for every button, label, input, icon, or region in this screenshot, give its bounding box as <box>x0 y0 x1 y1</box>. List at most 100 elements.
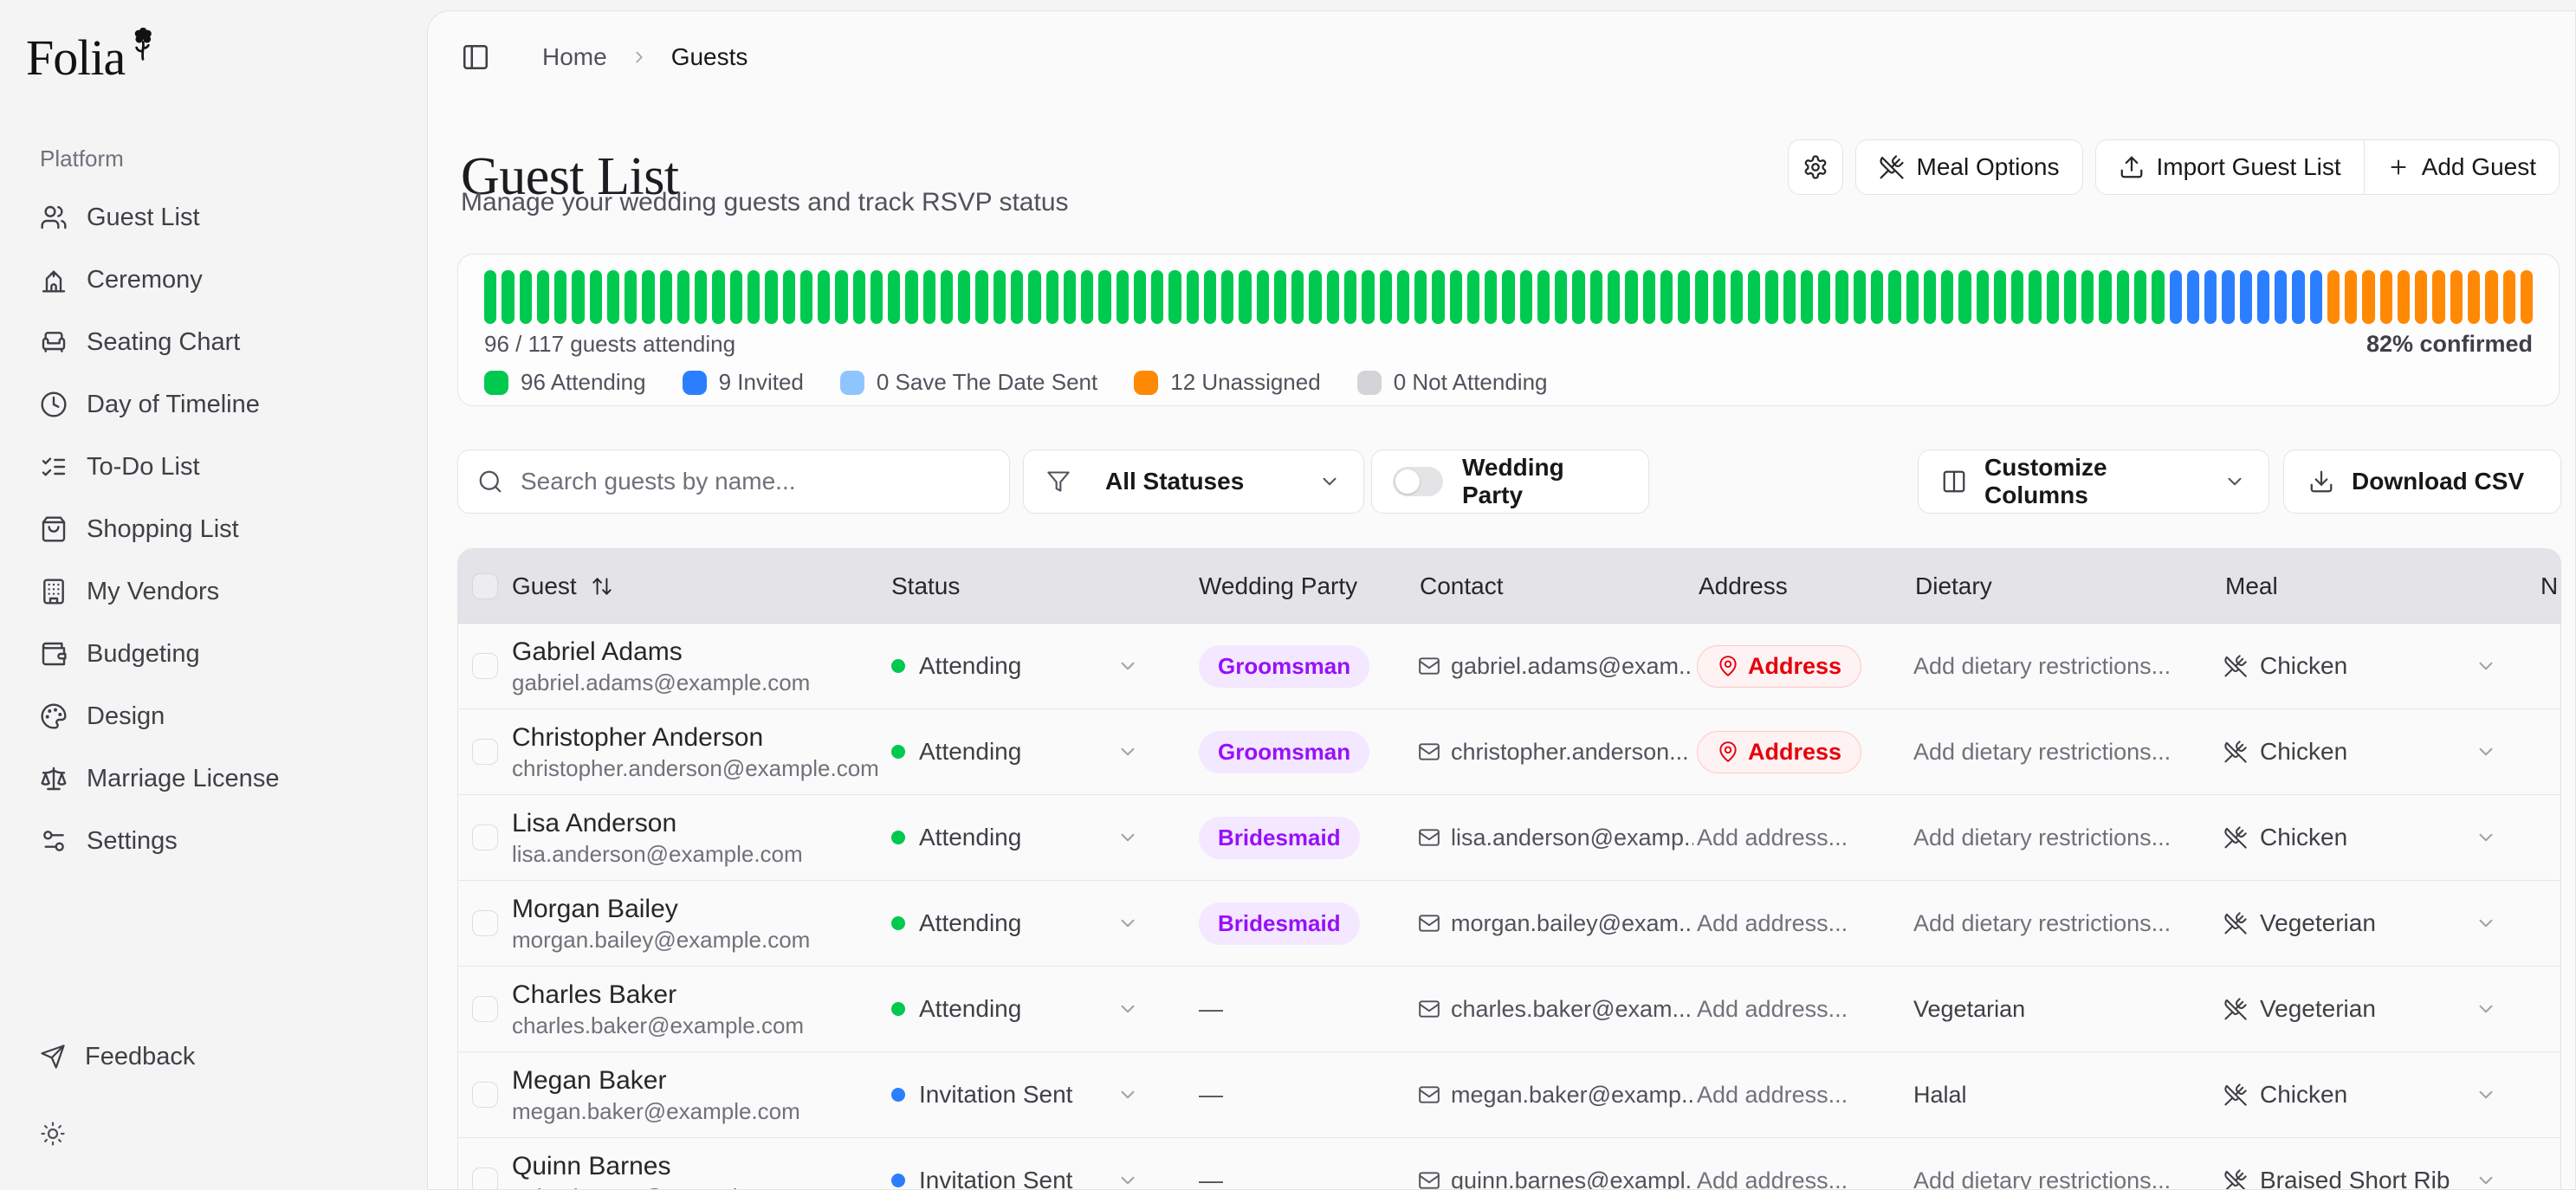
sidebar-item-settings[interactable]: Settings <box>26 810 405 872</box>
table-row[interactable]: Christopher Andersonchristopher.anderson… <box>458 709 2560 795</box>
dietary-placeholder[interactable]: Add dietary restrictions... <box>1913 910 2171 937</box>
wedding-party-badge[interactable]: Groomsman <box>1199 645 1369 688</box>
contact-cell[interactable]: charles.baker@exam... <box>1418 967 1693 1051</box>
row-checkbox[interactable] <box>472 910 498 936</box>
meal-select[interactable]: Braised Short Rib <box>2223 1138 2450 1190</box>
progress-segment <box>1520 270 1532 324</box>
search-input[interactable] <box>519 467 990 496</box>
sidebar-toggle-icon[interactable] <box>461 42 490 72</box>
sidebar-item-ceremony[interactable]: Ceremony <box>26 249 405 311</box>
row-checkbox[interactable] <box>472 825 498 850</box>
settings-button[interactable] <box>1788 139 1843 195</box>
feedback-button[interactable]: Feedback <box>26 1025 405 1088</box>
sidebar-item-to-do-list[interactable]: To-Do List <box>26 436 405 498</box>
meal-options-button[interactable]: Meal Options <box>1855 139 2083 195</box>
customize-columns-button[interactable]: Customize Columns <box>1918 449 2269 514</box>
sidebar-item-marriage-license[interactable]: Marriage License <box>26 747 405 810</box>
import-guest-list-button[interactable]: Import Guest List <box>2096 140 2364 194</box>
status-select[interactable]: Attending <box>891 709 1021 794</box>
guest-cell: Lisa Andersonlisa.anderson@example.com <box>512 795 876 880</box>
dietary-placeholder[interactable]: Add dietary restrictions... <box>1913 739 2171 766</box>
contact-cell[interactable]: lisa.anderson@examp... <box>1418 795 1693 880</box>
dietary-placeholder[interactable]: Add dietary restrictions... <box>1913 653 2171 680</box>
row-checkbox[interactable] <box>472 996 498 1022</box>
dietary-placeholder[interactable]: Add dietary restrictions... <box>1913 1167 2171 1190</box>
church-icon <box>40 266 68 294</box>
meal-select[interactable]: Chicken <box>2223 795 2347 880</box>
download-csv-button[interactable]: Download CSV <box>2283 449 2561 514</box>
progress-segment <box>2468 270 2480 324</box>
address-missing-badge[interactable]: Address <box>1697 731 1861 773</box>
status-filter-select[interactable]: All Statuses <box>1023 449 1364 514</box>
status-select[interactable]: Invitation Sent <box>891 1052 1072 1137</box>
sidebar-item-guest-list[interactable]: Guest List <box>26 186 405 249</box>
header-actions: Meal Options Import Guest List Add Guest <box>1788 139 2560 195</box>
sort-icon[interactable] <box>591 575 613 598</box>
table-row[interactable]: Gabriel Adamsgabriel.adams@example.comAt… <box>458 624 2560 709</box>
row-checkbox[interactable] <box>472 653 498 679</box>
status-dot <box>891 659 905 673</box>
status-select[interactable]: Attending <box>891 967 1021 1051</box>
sidebar-item-budgeting[interactable]: Budgeting <box>26 623 405 685</box>
contact-cell[interactable]: christopher.anderson... <box>1418 709 1693 794</box>
sidebar-item-label: To-Do List <box>87 453 200 482</box>
dietary-value[interactable]: Halal <box>1913 1082 1967 1109</box>
wedding-party-badge[interactable]: Groomsman <box>1199 731 1369 773</box>
contact-cell[interactable]: megan.baker@examp... <box>1418 1052 1693 1137</box>
progress-segment <box>1344 270 1356 324</box>
legend-item: 12 Unassigned <box>1134 369 1320 396</box>
table-row[interactable]: Lisa Andersonlisa.anderson@example.comAt… <box>458 795 2560 881</box>
sidebar-item-day-of-timeline[interactable]: Day of Timeline <box>26 373 405 436</box>
address-cell: Add address... <box>1697 881 1913 966</box>
address-placeholder[interactable]: Add address... <box>1697 1167 1848 1190</box>
progress-segment <box>1502 270 1514 324</box>
sidebar-item-my-vendors[interactable]: My Vendors <box>26 560 405 623</box>
table-row[interactable]: Charles Bakercharles.baker@example.comAt… <box>458 967 2560 1052</box>
table-row[interactable]: Morgan Baileymorgan.bailey@example.comAt… <box>458 881 2560 967</box>
meal-select[interactable]: Chicken <box>2223 1052 2347 1137</box>
meal-select[interactable]: Vegeterian <box>2223 881 2376 966</box>
status-select[interactable]: Invitation Sent <box>891 1138 1072 1190</box>
address-placeholder[interactable]: Add address... <box>1697 910 1848 937</box>
wedding-party-cell: Groomsman <box>1199 709 1369 794</box>
sidebar-item-design[interactable]: Design <box>26 685 405 747</box>
wedding-party-badge[interactable]: Bridesmaid <box>1199 902 1360 945</box>
sun-icon[interactable] <box>40 1121 66 1147</box>
breadcrumb-home[interactable]: Home <box>542 43 607 71</box>
address-placeholder[interactable]: Add address... <box>1697 825 1848 851</box>
progress-segment <box>1765 270 1777 324</box>
dietary-placeholder[interactable]: Add dietary restrictions... <box>1913 825 2171 851</box>
sidebar-item-shopping-list[interactable]: Shopping List <box>26 498 405 560</box>
row-checkbox[interactable] <box>472 739 498 765</box>
select-all-checkbox[interactable] <box>472 573 498 599</box>
wedding-party-filter: Wedding Party <box>1371 449 1649 514</box>
table-row[interactable]: Quinn Barnesquinn.barnes@example.com Invi… <box>458 1138 2560 1190</box>
wedding-party-toggle[interactable] <box>1393 467 1443 496</box>
column-header-guest[interactable]: Guest <box>512 549 613 623</box>
wedding-party-badge[interactable]: Bridesmaid <box>1199 817 1360 859</box>
progress-segment <box>1888 270 1900 324</box>
contact-cell[interactable]: quinn.barnes@exampl... <box>1418 1138 1693 1190</box>
table-row[interactable]: Megan Bakermegan.baker@example.comInvita… <box>458 1052 2560 1138</box>
contact-cell[interactable]: morgan.bailey@exam... <box>1418 881 1693 966</box>
row-checkbox[interactable] <box>472 1167 498 1190</box>
dietary-value[interactable]: Vegetarian <box>1913 996 2025 1023</box>
address-missing-badge[interactable]: Address <box>1697 645 1861 688</box>
columns-icon <box>1941 469 1967 495</box>
meal-select[interactable]: Vegeterian <box>2223 967 2376 1051</box>
dietary-cell: Vegetarian <box>1913 967 2211 1051</box>
guest-cell: Quinn Barnesquinn.barnes@example.com <box>512 1138 876 1190</box>
palette-icon <box>40 702 68 730</box>
contact-cell[interactable]: gabriel.adams@exam... <box>1418 624 1693 708</box>
status-select[interactable]: Attending <box>891 624 1021 708</box>
address-placeholder[interactable]: Add address... <box>1697 1082 1848 1109</box>
meal-select[interactable]: Chicken <box>2223 624 2347 708</box>
add-guest-button[interactable]: Add Guest <box>2365 140 2559 194</box>
row-checkbox[interactable] <box>472 1082 498 1108</box>
address-placeholder[interactable]: Add address... <box>1697 996 1848 1023</box>
meal-select[interactable]: Chicken <box>2223 709 2347 794</box>
status-select[interactable]: Attending <box>891 881 1021 966</box>
sidebar-item-seating-chart[interactable]: Seating Chart <box>26 311 405 373</box>
empty-value: — <box>1199 1167 1223 1190</box>
status-select[interactable]: Attending <box>891 795 1021 880</box>
